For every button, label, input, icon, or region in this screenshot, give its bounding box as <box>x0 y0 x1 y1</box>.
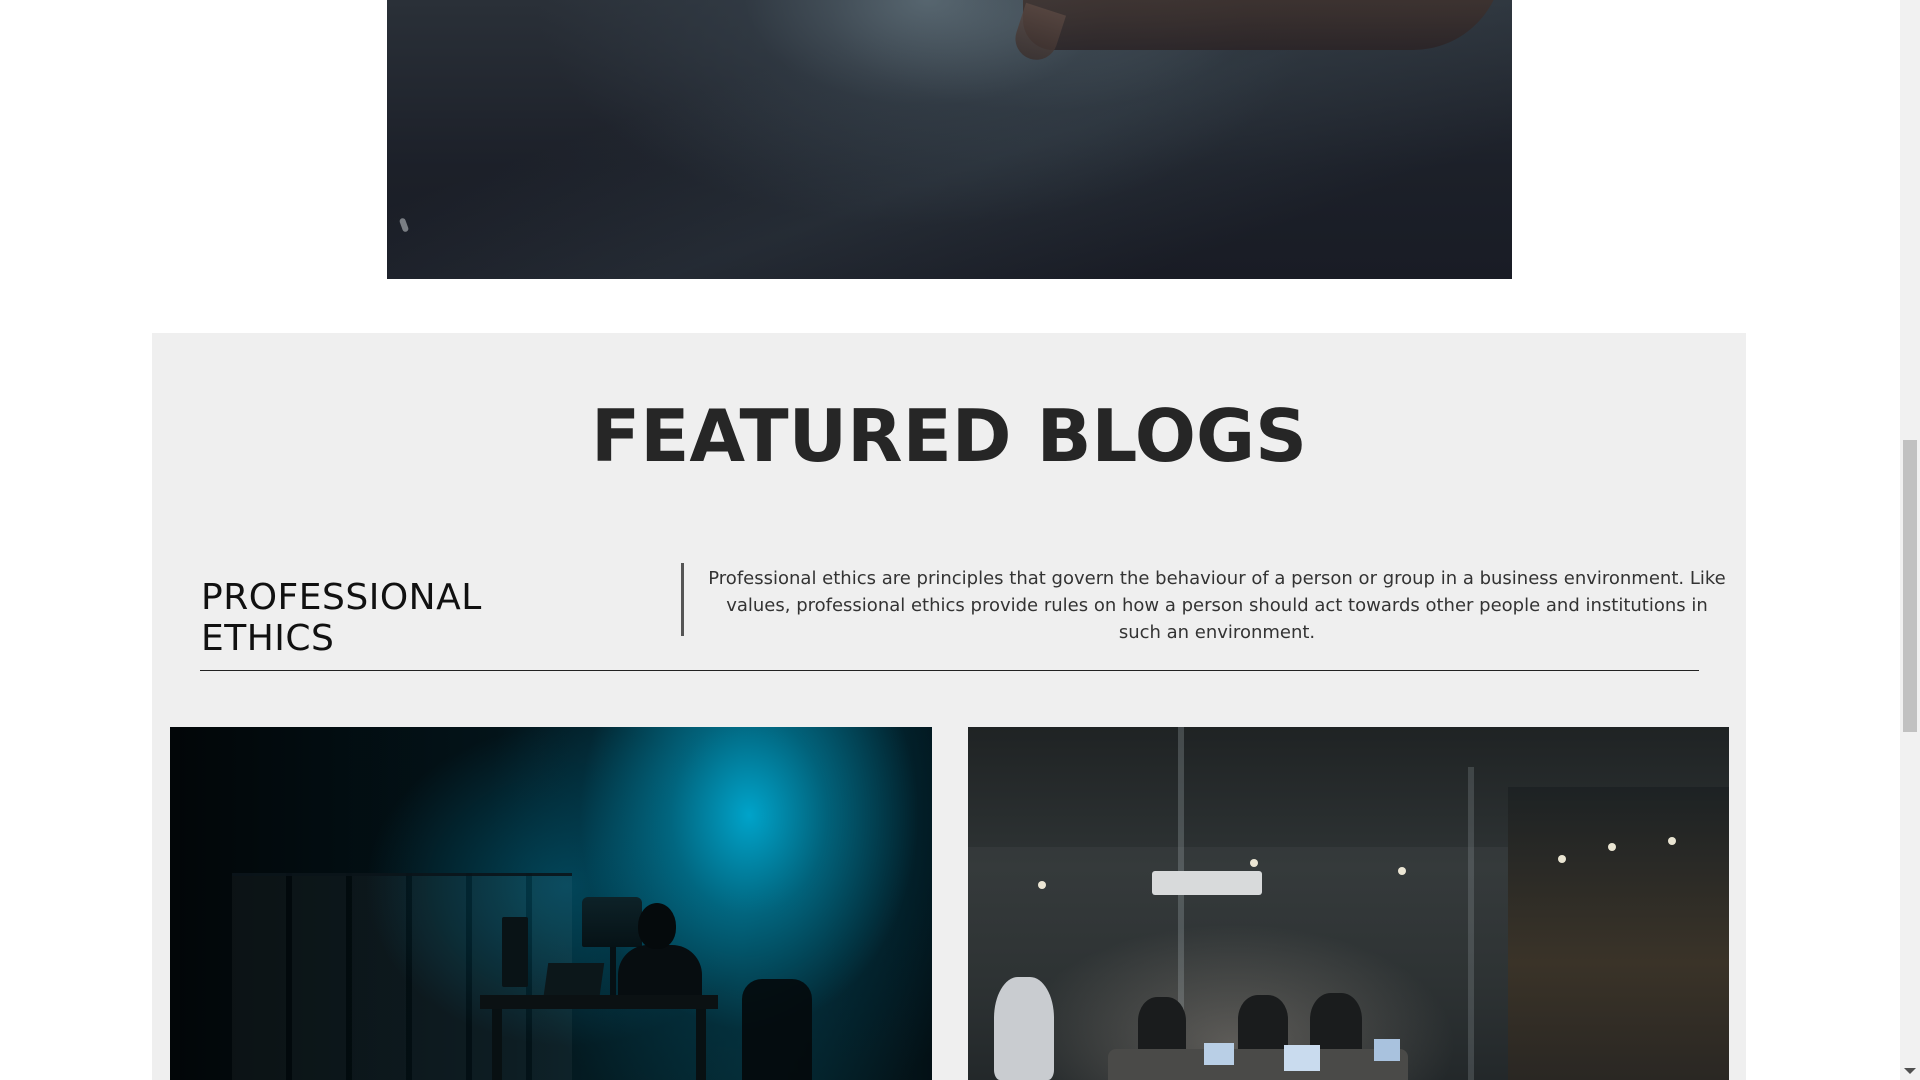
hero-image-hand <box>1023 0 1503 50</box>
laptop-screen <box>1284 1045 1320 1071</box>
person-standing <box>994 977 1054 1080</box>
desk-leg-left <box>492 1009 502 1080</box>
hero-image <box>387 0 1512 279</box>
monitor-silhouette <box>502 917 528 987</box>
section-divider-line <box>200 670 1699 671</box>
scrollbar-thumb[interactable] <box>1903 440 1917 732</box>
ceiling-light <box>1250 859 1258 867</box>
ceiling-light <box>1608 843 1616 851</box>
laptop-screen <box>1374 1039 1400 1061</box>
person-seated <box>1238 995 1288 1055</box>
topic-description: Professional ethics are principles that … <box>708 568 1726 643</box>
topic-name: PROFESSIONAL ETHICS <box>201 577 482 659</box>
office-corridor <box>1508 787 1729 1080</box>
laptop-screen <box>1204 1043 1234 1065</box>
section-title: FEATURED BLOGS <box>591 394 1307 478</box>
chevron-down-icon[interactable] <box>1904 1068 1916 1074</box>
blog-card-image-office[interactable] <box>968 727 1729 1080</box>
featured-blogs-section: FEATURED BLOGS PROFESSIONAL ETHICS Profe… <box>152 333 1746 1080</box>
desk-top <box>480 995 718 1009</box>
ceiling-light <box>1668 837 1676 845</box>
page: FEATURED BLOGS PROFESSIONAL ETHICS Profe… <box>0 0 1920 1080</box>
lamp-shade <box>582 897 642 947</box>
ceiling-light <box>1398 867 1406 875</box>
ceiling-light <box>1038 881 1046 889</box>
laptop-silhouette <box>543 963 605 995</box>
meeting-table <box>1108 1049 1408 1080</box>
chair-silhouette <box>742 979 812 1080</box>
vertical-scrollbar[interactable] <box>1900 0 1920 1080</box>
person-head <box>638 903 676 949</box>
desk-leg-right <box>696 1009 706 1080</box>
ceiling-light <box>1558 855 1566 863</box>
person-seated <box>1138 997 1186 1057</box>
blog-card-image-hacker[interactable] <box>170 727 932 1080</box>
air-conditioner <box>1152 871 1262 895</box>
topic-row: PROFESSIONAL ETHICS Professional ethics … <box>152 563 1746 659</box>
topic-divider <box>681 563 684 636</box>
glass-wall <box>1468 767 1474 1080</box>
lamp-stem <box>610 947 616 997</box>
